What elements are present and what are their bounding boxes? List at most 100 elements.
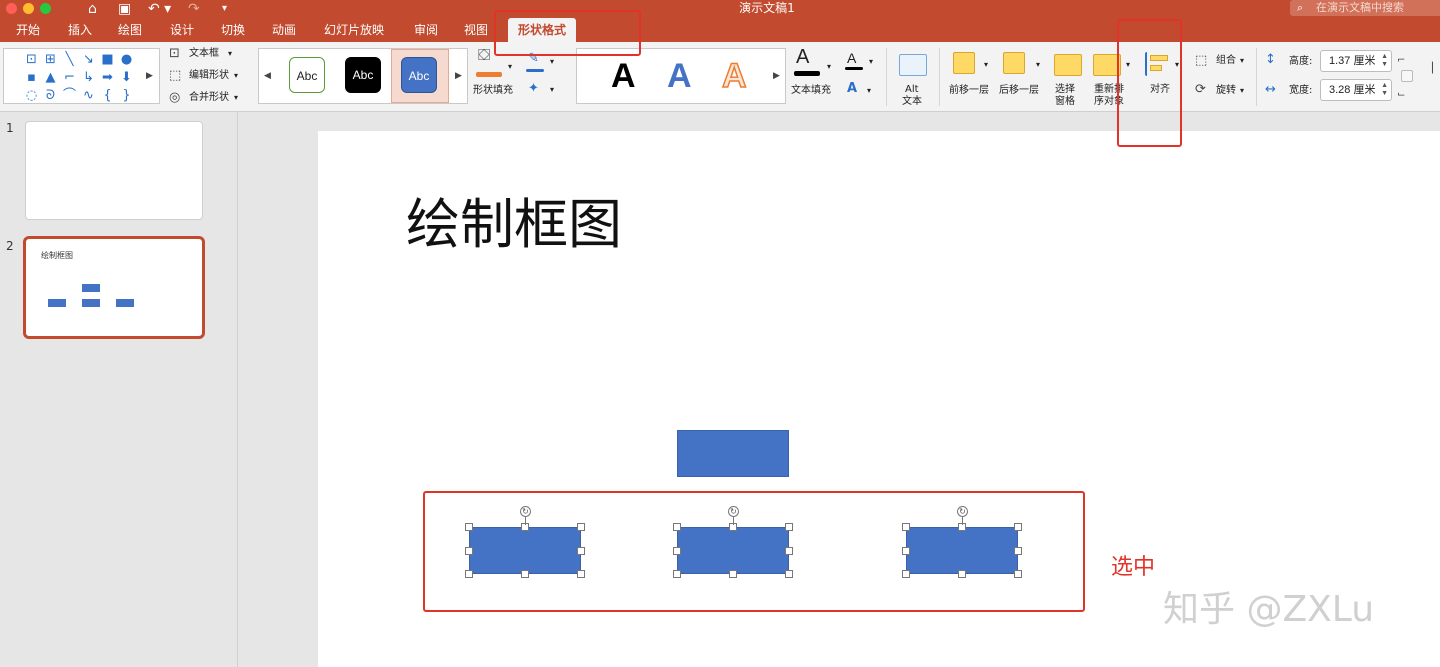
wordart-style-black[interactable]: A bbox=[611, 57, 636, 95]
slide-thumbnail-selected[interactable]: 绘制框图 bbox=[23, 236, 205, 339]
slide-title-text[interactable]: 绘制框图 bbox=[406, 193, 622, 257]
elbow-arrow-shape-icon[interactable]: ↳ bbox=[79, 69, 98, 87]
edit-shape-button[interactable]: 编辑形状 bbox=[189, 70, 229, 82]
line-shape-icon[interactable]: ╲ bbox=[60, 51, 79, 69]
oval-shape-icon[interactable]: ● bbox=[117, 51, 136, 69]
elbow-connector-shape-icon[interactable]: ⌐ bbox=[60, 69, 79, 87]
width-stepper-icon[interactable]: ▲ ▼ bbox=[1381, 82, 1388, 98]
arrow-line-shape-icon[interactable]: ↘ bbox=[79, 51, 98, 69]
tab-view[interactable]: 视图 bbox=[464, 22, 488, 38]
text-fill-label[interactable]: 文本填充 bbox=[791, 85, 831, 97]
width-input[interactable]: 3.28 厘米 ▲ ▼ bbox=[1320, 79, 1392, 101]
tab-transitions[interactable]: 切换 bbox=[221, 22, 245, 38]
slide-thumbnail[interactable] bbox=[25, 121, 203, 220]
thumbnail-shape bbox=[82, 284, 100, 292]
lock-aspect-checkbox[interactable] bbox=[1401, 70, 1413, 82]
send-backward-button[interactable]: 后移一层 bbox=[999, 85, 1039, 97]
thumbnail-shape bbox=[116, 299, 134, 307]
wordart-more-icon[interactable]: ▶ bbox=[773, 69, 780, 83]
right-arrow-shape-icon[interactable]: ➡ bbox=[98, 69, 117, 87]
selection-pane-label-1[interactable]: 选择 bbox=[1055, 84, 1075, 96]
merge-shapes-dropdown-icon[interactable]: ▾ bbox=[234, 92, 238, 104]
text-fill-color-bar bbox=[794, 71, 820, 76]
search-input[interactable]: ⌕ 在演示文稿中搜索 bbox=[1290, 0, 1440, 16]
text-outline-color-bar bbox=[845, 67, 863, 70]
edit-shape-dropdown-icon[interactable]: ▾ bbox=[234, 70, 238, 82]
wordart-style-orange[interactable]: A bbox=[721, 56, 747, 96]
group-button[interactable]: 组合 bbox=[1216, 55, 1236, 67]
rotate-dropdown-icon[interactable]: ▾ bbox=[1240, 85, 1244, 97]
rotate-button[interactable]: 旋转 bbox=[1216, 85, 1236, 97]
tab-insert[interactable]: 插入 bbox=[68, 22, 92, 38]
height-input[interactable]: 1.37 厘米 ▲ ▼ bbox=[1320, 50, 1392, 72]
height-label: 高度: bbox=[1289, 56, 1313, 67]
ribbon-tabs: 开始 插入 绘图 设计 切换 动画 幻灯片放映 审阅 视图 形状格式 bbox=[0, 18, 1440, 42]
selection-pane-icon[interactable] bbox=[1054, 54, 1082, 76]
left-brace-shape-icon[interactable]: { bbox=[98, 87, 117, 105]
ribbon-overflow-icon[interactable]: ▏ bbox=[1432, 62, 1440, 76]
watermark: 知乎 @ZXLu bbox=[1163, 589, 1375, 630]
down-arrow-shape-icon[interactable]: ⬇ bbox=[117, 69, 136, 87]
styles-more-icon[interactable]: ▶ bbox=[455, 69, 462, 83]
wordart-style-blue[interactable]: A bbox=[667, 57, 692, 95]
gallery-more-icon[interactable]: ▶ bbox=[146, 69, 153, 83]
bring-forward-button[interactable]: 前移一层 bbox=[949, 85, 989, 97]
text-fill-dropdown-icon[interactable]: ▾ bbox=[827, 61, 831, 73]
group-dropdown-icon[interactable]: ▾ bbox=[1240, 55, 1244, 67]
document-title: 演示文稿1 bbox=[739, 1, 795, 15]
text-outline-icon[interactable]: A bbox=[847, 50, 856, 66]
shape-fill-icon[interactable]: ⛋ bbox=[478, 47, 490, 63]
text-fill-icon[interactable]: A bbox=[796, 46, 809, 68]
size-dialog-launcher-icon[interactable]: ⌙ bbox=[1397, 88, 1405, 102]
ribbon: ⊡ ⊞ ╲ ↘ ■ ● ▪ ▲ ⌐ ↳ ➡ ⬇ ◌ ᘐ ⌒ ∿ { } ▶ ⊡ bbox=[0, 42, 1440, 112]
lock-aspect-icon[interactable]: ⌐ bbox=[1397, 54, 1405, 68]
shape-effects-dropdown-icon[interactable]: ▾ bbox=[550, 84, 554, 96]
freeform-shape-icon[interactable]: ◌ bbox=[22, 87, 41, 105]
bring-forward-icon[interactable] bbox=[953, 52, 975, 74]
tab-home[interactable]: 开始 bbox=[16, 22, 40, 38]
tab-animations[interactable]: 动画 bbox=[272, 22, 296, 38]
shape-style-black[interactable]: Abc bbox=[345, 57, 381, 93]
title-bar: ⌂ ▣ ↶ ▾ ↷ ▾ 演示文稿1 ⌕ 在演示文稿中搜索 bbox=[0, 0, 1440, 18]
text-box-shape-icon[interactable]: ⊡ bbox=[22, 51, 41, 69]
scribble-shape-icon[interactable]: ᘐ bbox=[41, 87, 60, 105]
triangle-shape-icon[interactable]: ▲ bbox=[41, 69, 60, 87]
shape-fill-label[interactable]: 形状填充 bbox=[473, 85, 513, 97]
tab-review[interactable]: 审阅 bbox=[414, 22, 438, 38]
vertical-text-shape-icon[interactable]: ⊞ bbox=[41, 51, 60, 69]
right-brace-shape-icon[interactable]: } bbox=[117, 87, 136, 105]
send-backward-icon[interactable] bbox=[1003, 52, 1025, 74]
rounded-rectangle-shape-icon[interactable]: ▪ bbox=[22, 69, 41, 87]
curve-shape-icon[interactable]: ∿ bbox=[79, 87, 98, 105]
diagram-box-top[interactable] bbox=[677, 430, 789, 477]
styles-prev-icon[interactable]: ◀ bbox=[264, 69, 271, 83]
arc-shape-icon[interactable]: ⌒ bbox=[60, 87, 79, 105]
tab-slideshow[interactable]: 幻灯片放映 bbox=[324, 22, 384, 38]
shape-style-outline[interactable]: Abc bbox=[289, 57, 325, 93]
text-box-button[interactable]: 文本框 bbox=[189, 48, 219, 60]
shape-outline-dropdown-icon[interactable]: ▾ bbox=[550, 56, 554, 68]
highlight-shape-format-tab bbox=[494, 10, 641, 56]
alt-text-icon[interactable] bbox=[899, 54, 927, 76]
shape-effects-icon[interactable]: ✦ bbox=[528, 82, 539, 96]
text-outline-dropdown-icon[interactable]: ▾ bbox=[869, 56, 873, 68]
rectangle-shape-icon[interactable]: ■ bbox=[98, 51, 117, 69]
slide-thumbnail-title: 绘制框图 bbox=[41, 251, 73, 260]
bring-forward-dropdown-icon[interactable]: ▾ bbox=[984, 59, 988, 71]
alt-text-label-1[interactable]: Alt bbox=[905, 84, 919, 96]
highlight-selected-shapes bbox=[423, 491, 1085, 612]
ribbon-separator bbox=[886, 48, 887, 106]
shapes-gallery[interactable]: ⊡ ⊞ ╲ ↘ ■ ● ▪ ▲ ⌐ ↳ ➡ ⬇ ◌ ᘐ ⌒ ∿ { } ▶ bbox=[3, 48, 160, 104]
height-stepper-icon[interactable]: ▲ ▼ bbox=[1381, 53, 1388, 69]
text-box-dropdown-icon[interactable]: ▾ bbox=[228, 48, 232, 60]
tab-design[interactable]: 设计 bbox=[170, 22, 194, 38]
shape-fill-dropdown-icon[interactable]: ▾ bbox=[508, 61, 512, 73]
alt-text-label-2[interactable]: 文本 bbox=[902, 96, 922, 108]
text-effects-icon[interactable]: A bbox=[847, 82, 857, 96]
shape-style-blue[interactable]: Abc bbox=[401, 57, 437, 93]
selection-pane-label-2[interactable]: 窗格 bbox=[1055, 96, 1075, 108]
text-effects-dropdown-icon[interactable]: ▾ bbox=[867, 85, 871, 97]
send-backward-dropdown-icon[interactable]: ▾ bbox=[1036, 59, 1040, 71]
merge-shapes-button[interactable]: 合并形状 bbox=[189, 92, 229, 104]
tab-draw[interactable]: 绘图 bbox=[118, 22, 142, 38]
